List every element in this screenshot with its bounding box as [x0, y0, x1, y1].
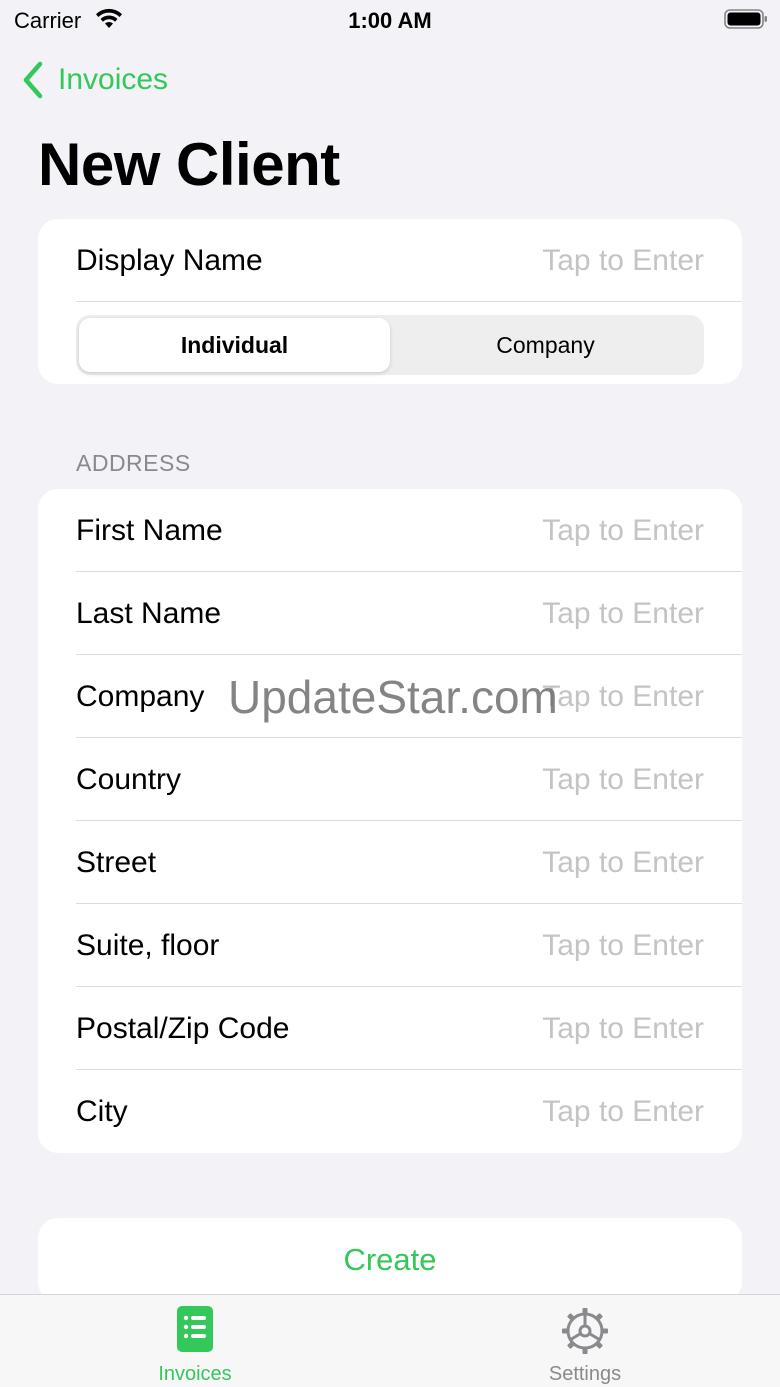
- suite-floor-field[interactable]: Suite, floor Tap to Enter: [38, 904, 742, 987]
- page-title: New Client: [38, 131, 340, 198]
- field-placeholder: Tap to Enter: [542, 1011, 704, 1045]
- battery-icon: [724, 9, 767, 29]
- tab-settings-label: Settings: [548, 1363, 622, 1385]
- tab-bar: Invoices Settings: [0, 1294, 780, 1387]
- address-section-header: ADDRESS: [76, 450, 191, 476]
- chevron-left-icon: [23, 61, 43, 99]
- display-name-card: Display Name Tap to Enter Individual Com…: [38, 219, 742, 384]
- field-placeholder: Tap to Enter: [542, 513, 704, 547]
- country-field[interactable]: Country Tap to Enter: [38, 738, 742, 821]
- field-label: City: [76, 1094, 128, 1128]
- field-placeholder: Tap to Enter: [542, 596, 704, 630]
- company-field[interactable]: Company Tap to Enter: [38, 655, 742, 738]
- field-label: Country: [76, 762, 182, 796]
- address-card: First Name Tap to Enter Last Name Tap to…: [38, 489, 742, 1153]
- gear-icon: [562, 1308, 608, 1354]
- back-button[interactable]: Invoices: [22, 58, 168, 102]
- tab-invoices[interactable]: Invoices: [0, 1295, 390, 1387]
- field-placeholder: Tap to Enter: [542, 679, 704, 713]
- client-type-segmented-control: Individual Company: [76, 315, 704, 375]
- field-label: Street: [76, 845, 157, 879]
- first-name-field[interactable]: First Name Tap to Enter: [38, 489, 742, 572]
- clock: 1:00 AM: [348, 8, 432, 33]
- create-button[interactable]: Create: [38, 1218, 742, 1302]
- city-field[interactable]: City Tap to Enter: [38, 1070, 742, 1153]
- field-placeholder: Tap to Enter: [542, 762, 704, 796]
- field-label: Suite, floor: [76, 928, 220, 962]
- last-name-field[interactable]: Last Name Tap to Enter: [38, 572, 742, 655]
- invoice-list-icon: [177, 1306, 213, 1352]
- status-bar: Carrier 1:00 AM: [0, 0, 780, 40]
- display-name-field[interactable]: Display Name Tap to Enter: [38, 219, 742, 302]
- display-name-label: Display Name: [76, 243, 263, 277]
- back-button-label: Invoices: [58, 63, 169, 96]
- tab-settings[interactable]: Settings: [390, 1295, 780, 1387]
- field-placeholder: Tap to Enter: [542, 845, 704, 879]
- street-field[interactable]: Street Tap to Enter: [38, 821, 742, 904]
- display-name-placeholder: Tap to Enter: [542, 243, 704, 277]
- postal-zip-code-field[interactable]: Postal/Zip Code Tap to Enter: [38, 987, 742, 1070]
- field-placeholder: Tap to Enter: [542, 928, 704, 962]
- tab-invoices-label: Invoices: [158, 1363, 232, 1385]
- field-placeholder: Tap to Enter: [542, 1094, 704, 1128]
- field-label: Last Name: [76, 596, 222, 630]
- field-label: First Name: [76, 513, 223, 547]
- segment-company[interactable]: Company: [390, 318, 701, 372]
- field-label: Postal/Zip Code: [76, 1011, 290, 1045]
- field-label: Company: [76, 679, 205, 713]
- segment-individual[interactable]: Individual: [79, 318, 390, 372]
